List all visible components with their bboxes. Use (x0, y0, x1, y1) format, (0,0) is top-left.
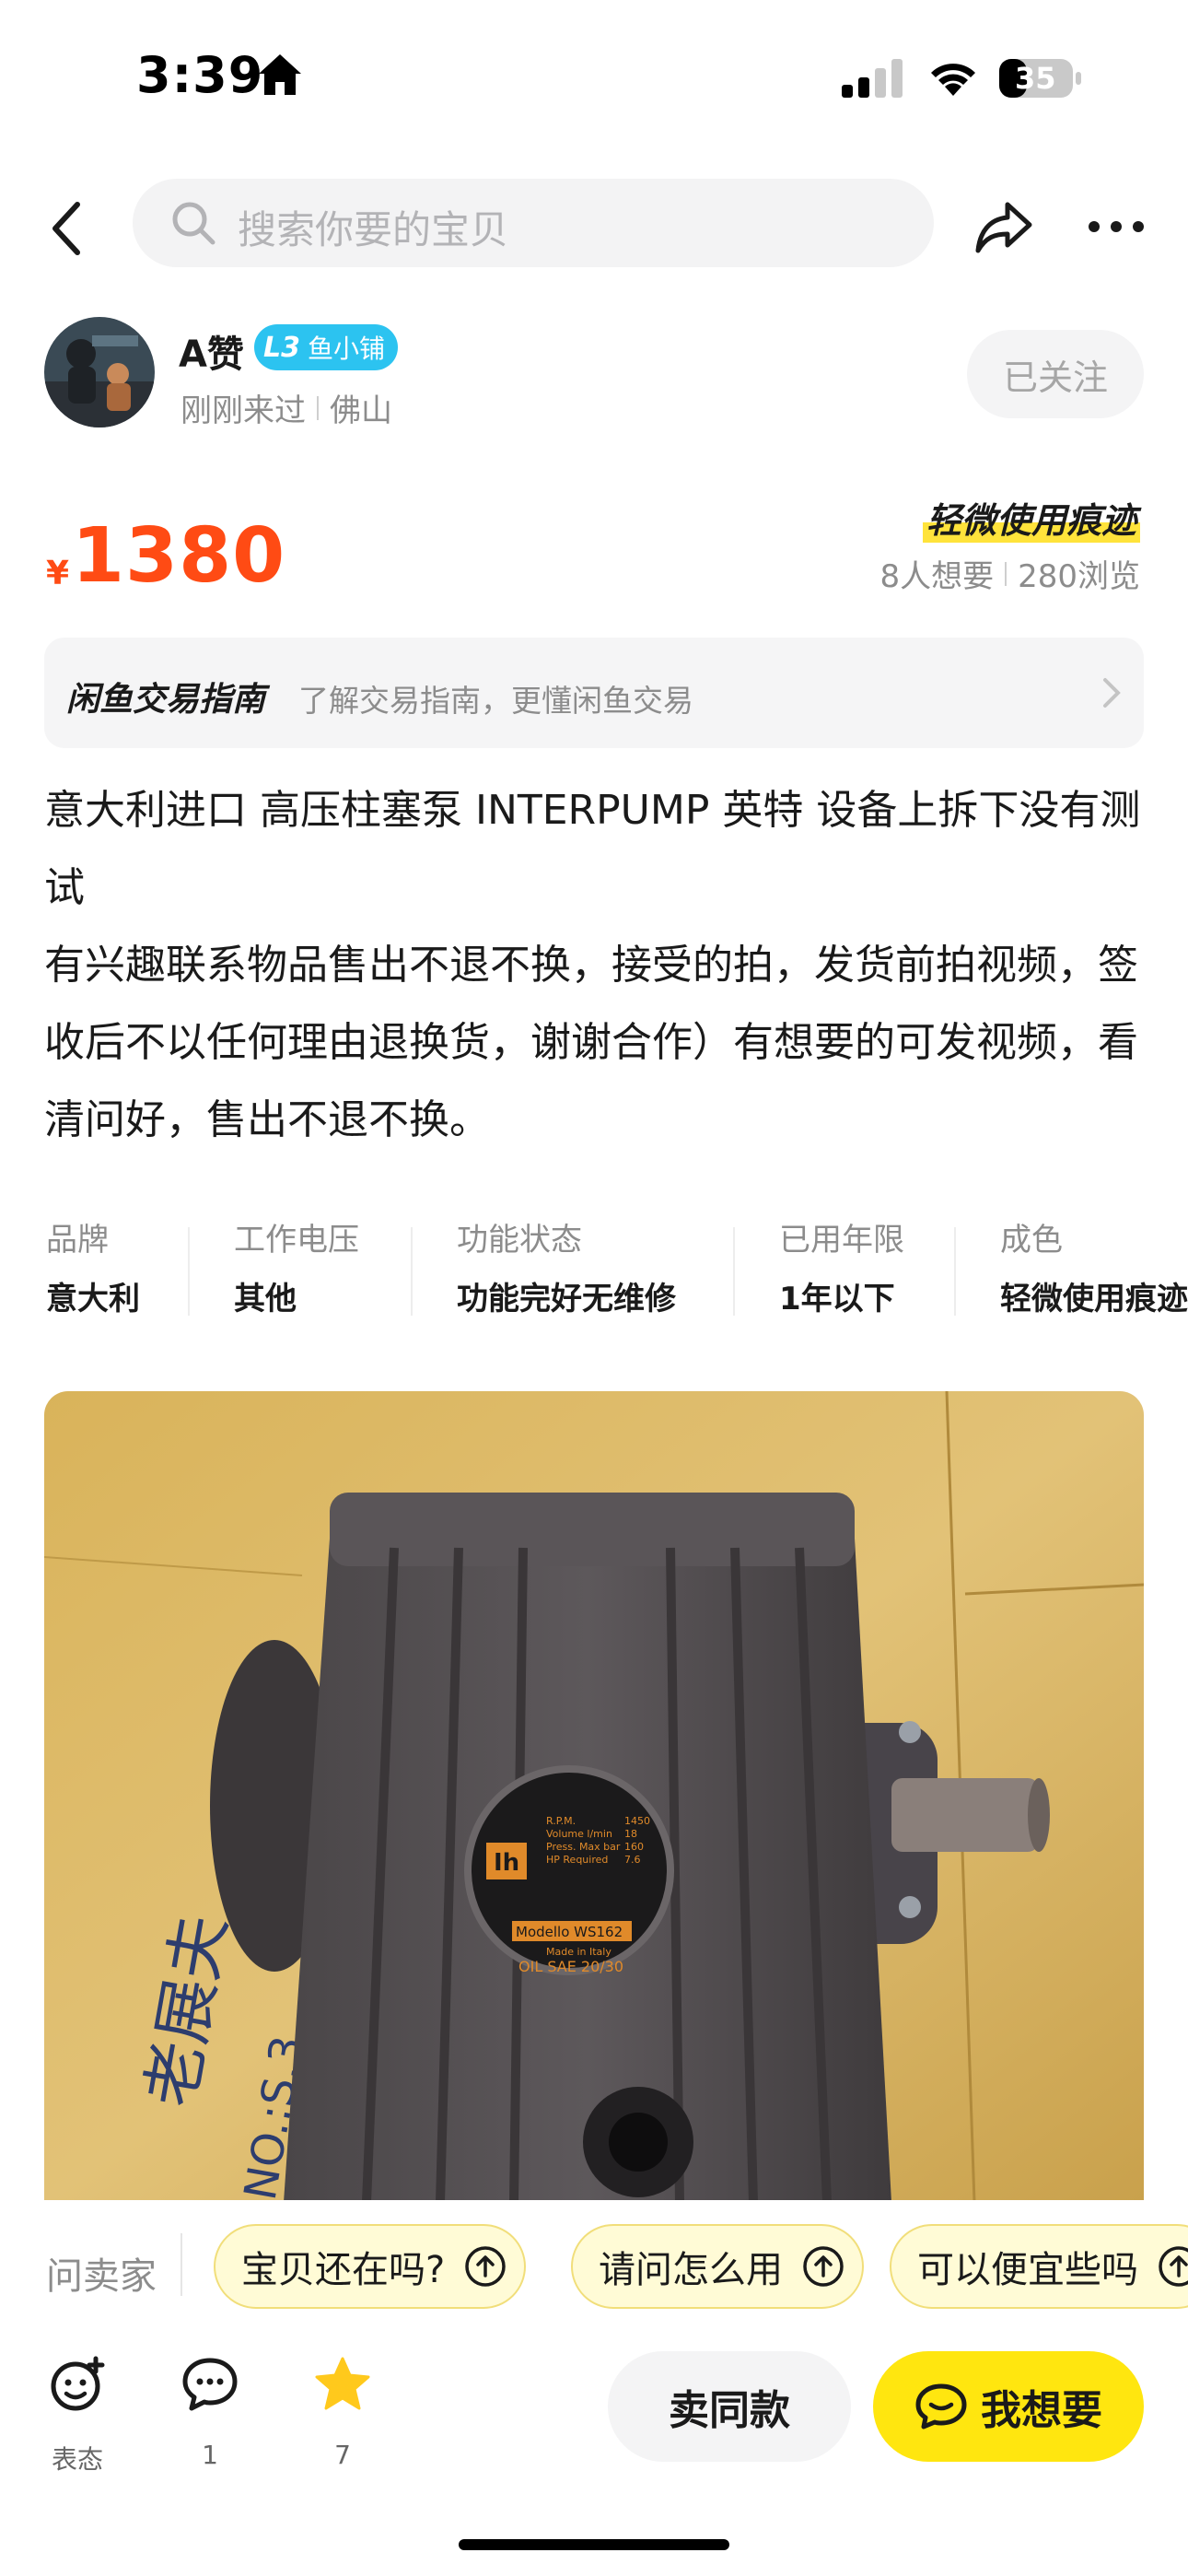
price-row: ¥ 1380 轻微使用痕迹 8人想要 280浏览 (0, 479, 1188, 608)
quick-questions-bar: 问卖家 宝贝还在吗? 请问怎么用 可以便宜些吗 (0, 2200, 1188, 2329)
attribute-divider (188, 1227, 190, 1316)
question-chip[interactable]: 可以便宜些吗 (890, 2224, 1188, 2309)
attribute-label: 功能状态 (457, 1222, 582, 1259)
item-attributes: 品牌 意大利 工作电压 其他 功能状态 功能完好无维修 已用年限 1年以下 成色… (0, 1207, 1188, 1336)
plate-line: Volume l/min (546, 1828, 612, 1840)
favorite-button[interactable]: 7 (297, 2355, 389, 2493)
search-icon (172, 202, 215, 245)
attribute-divider (411, 1227, 413, 1316)
stats-divider (1005, 561, 1007, 586)
svg-text:Ih: Ih (494, 1849, 519, 1877)
star-icon (315, 2357, 370, 2410)
question-chip[interactable]: 请问怎么用 (571, 2224, 864, 2309)
price-value: 1380 (72, 512, 286, 600)
plate-model: Modello WS162 (516, 1924, 623, 1940)
follow-button[interactable]: 已关注 (967, 330, 1144, 418)
attribute-label: 已用年限 (779, 1222, 904, 1259)
guide-title: 闲鱼交易指南 (66, 681, 266, 719)
attribute-value: 其他 (234, 1281, 297, 1317)
emoji-react-icon (51, 2356, 105, 2411)
plate-line: HP Required (546, 1854, 608, 1866)
chat-icon (915, 2383, 967, 2430)
wants-count: 8人想要 (879, 558, 995, 595)
seller-avatar[interactable] (44, 317, 155, 427)
plate-value: 18 (624, 1828, 637, 1840)
search-placeholder: 搜索你要的宝贝 (238, 207, 509, 252)
react-label: 表态 (51, 2444, 103, 2475)
react-button[interactable]: 表态 (31, 2355, 123, 2493)
favorite-count: 7 (334, 2440, 351, 2470)
plate-value: 160 (624, 1841, 644, 1853)
plate-oil: OIL SAE 20/30 (518, 1958, 623, 1975)
attribute-divider (733, 1227, 735, 1316)
chip-text: 可以便宜些吗 (917, 2249, 1138, 2291)
plate-value: 7.6 (624, 1854, 641, 1866)
attribute-value: 1年以下 (779, 1281, 895, 1317)
status-time: 3:39 (136, 46, 264, 104)
battery-icon: 35 (998, 57, 1083, 100)
seller-row: A赞 L3 鱼小铺 刚刚来过 佛山 已关注 (0, 313, 1188, 433)
wifi-icon (931, 64, 975, 96)
chip-text: 请问怎么用 (599, 2249, 783, 2291)
arrow-up-circle-icon (1159, 2246, 1188, 2287)
product-photo[interactable]: 老展夫 NO.:S.3 Ih R.P.M. Volume l/min Press… (44, 1391, 1144, 2202)
seller-name[interactable]: A赞 (179, 324, 244, 378)
plate-made: Made in Italy (546, 1946, 611, 1958)
seller-meta: 刚刚来过 佛山 (181, 385, 392, 430)
trade-guide-banner[interactable]: 闲鱼交易指南 了解交易指南，更懂闲鱼交易 (44, 638, 1144, 748)
item-stats: 8人想要 280浏览 (879, 551, 1140, 596)
attribute-value: 功能完好无维修 (457, 1281, 676, 1317)
level-text: L3 (263, 331, 300, 364)
meta-divider (317, 395, 319, 420)
condition-tag: 轻微使用痕迹 (922, 492, 1140, 543)
comment-count: 1 (202, 2440, 218, 2470)
ask-divider (181, 2233, 182, 2296)
share-icon[interactable] (974, 197, 1033, 256)
attribute-label: 品牌 (46, 1222, 109, 1259)
shop-badge-text: 鱼小铺 (308, 334, 386, 364)
views-count: 280浏览 (1018, 558, 1140, 595)
home-indicator (459, 2539, 729, 2550)
more-options-icon[interactable] (1087, 216, 1146, 238)
attribute-value: 轻微使用痕迹 (1000, 1281, 1188, 1317)
guide-text: 了解交易指南，更懂闲鱼交易 (298, 683, 693, 719)
attribute-divider (954, 1227, 956, 1316)
nav-bar: 搜索你要的宝贝 (0, 175, 1188, 276)
seller-location: 佛山 (330, 392, 392, 429)
attribute-value: 意大利 (46, 1281, 140, 1317)
comment-icon (182, 2358, 238, 2411)
arrow-up-circle-icon (465, 2246, 506, 2287)
arrow-up-circle-icon (803, 2246, 844, 2287)
want-button[interactable]: 我想要 (873, 2351, 1144, 2462)
ask-seller-label: 问卖家 (46, 2255, 157, 2298)
status-bar: 3:39 35 (0, 0, 1188, 157)
last-seen: 刚刚来过 (181, 392, 306, 429)
sell-same-button[interactable]: 卖同款 (608, 2351, 851, 2462)
chevron-right-icon (1103, 678, 1121, 708)
want-label: 我想要 (981, 2387, 1102, 2434)
attribute-label: 工作电压 (234, 1222, 359, 1259)
item-description: 意大利进口 高压柱塞泵 INTERPUMP 英特 设备上拆下没有测试 有兴趣联系… (44, 772, 1144, 1159)
chip-text: 宝贝还在吗? (241, 2249, 446, 2291)
description-line: 有兴趣联系物品售出不退不换，接受的拍，发货前拍视频，签收后不以任何理由退换货，谢… (44, 942, 1138, 1143)
battery-level: 35 (1015, 61, 1056, 96)
search-input[interactable]: 搜索你要的宝贝 (133, 179, 934, 267)
plate-line: Press. Max bar (546, 1841, 621, 1853)
comment-button[interactable]: 1 (164, 2355, 256, 2493)
cellular-signal-icon (842, 59, 903, 98)
seller-level-badge: L3 鱼小铺 (254, 324, 399, 370)
plate-line: R.P.M. (546, 1815, 576, 1827)
question-chip[interactable]: 宝贝还在吗? (214, 2224, 527, 2309)
attribute-label: 成色 (1000, 1222, 1063, 1259)
price-currency: ¥ (46, 555, 70, 592)
home-icon (259, 54, 301, 95)
back-arrow-icon[interactable] (46, 199, 90, 258)
description-line: 意大利进口 高压柱塞泵 INTERPUMP 英特 设备上拆下没有测试 (44, 787, 1141, 911)
plate-value: 1450 (624, 1815, 650, 1827)
